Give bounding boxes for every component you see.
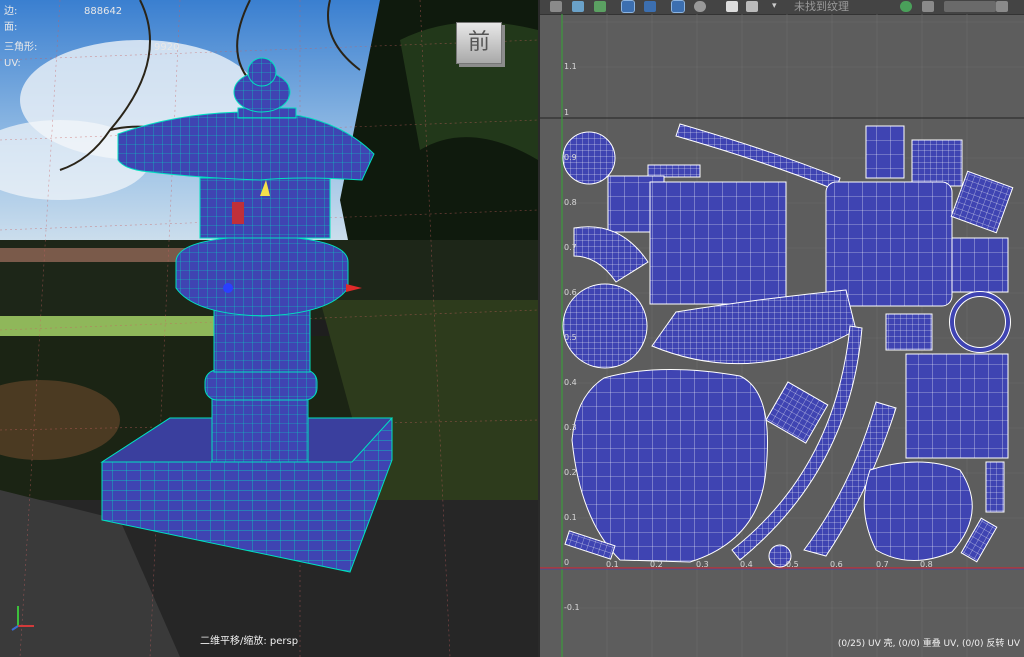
uv-status-bar: (0/25) UV 壳, (0/0) 重叠 UV, (0/0) 反转 UV xyxy=(837,639,1020,649)
tick-u-0.2: 0.2 xyxy=(650,560,663,569)
uv-shell-arc-top xyxy=(675,123,841,191)
tick-u-0.4: 0.4 xyxy=(740,560,753,569)
tick-v-1: 1 xyxy=(564,108,570,117)
uv-shell-square-ring xyxy=(885,313,933,351)
uv-shell-square-large xyxy=(649,181,787,305)
uv-editor[interactable]: ▾ 未找到纹理 1.1 1 0.9 0.8 0.7 0.6 0.5 0.4 0.… xyxy=(540,0,1024,657)
tick-u-0.3: 0.3 xyxy=(696,560,709,569)
hud-edges-label: 边: xyxy=(4,6,18,17)
view-cube[interactable]: 前 xyxy=(456,22,502,64)
uv-shell-strip-right xyxy=(985,461,1005,513)
tick-v-0.6: 0.6 xyxy=(564,288,577,297)
tick-v-minus0.1: -0.1 xyxy=(564,603,580,612)
tick-v-0.3: 0.3 xyxy=(564,423,577,432)
uv-shell-rect-4 xyxy=(905,353,1009,459)
tick-v-1.1: 1.1 xyxy=(564,62,577,71)
uv-shell-strip-small xyxy=(647,164,701,178)
tick-u-0.5: 0.5 xyxy=(786,560,799,569)
tick-v-0.4: 0.4 xyxy=(564,378,577,387)
tick-u-0.8: 0.8 xyxy=(920,560,933,569)
hud-triangles-value: 9920 xyxy=(154,42,180,53)
tick-v-0.8: 0.8 xyxy=(564,198,577,207)
perspective-viewport[interactable]: 边: 888642 面: 三角形: 9920 UV: 前 二维平移/缩放: pe… xyxy=(0,0,538,657)
tick-v-0.1: 0.1 xyxy=(564,513,577,522)
tick-u-0.1: 0.1 xyxy=(606,560,619,569)
uv-shell-base-top xyxy=(571,369,769,563)
uv-canvas[interactable] xyxy=(540,0,1024,657)
uv-shell-rect-5 xyxy=(765,381,829,444)
uv-shell-roof-bottom xyxy=(863,461,973,561)
uv-shell-rect-3 xyxy=(951,237,1009,293)
tick-v-0.5: 0.5 xyxy=(564,333,577,342)
uv-shell-wedge xyxy=(573,226,649,283)
tick-u-0.7: 0.7 xyxy=(876,560,889,569)
move-gizmo-z xyxy=(223,283,233,293)
uv-shell-rect-1 xyxy=(865,125,905,179)
tick-v-0.7: 0.7 xyxy=(564,243,577,252)
axis-indicator-icon xyxy=(11,606,34,631)
hud-triangles-label: 三角形: xyxy=(4,42,38,53)
tick-v-0: 0 xyxy=(564,558,570,567)
tick-v-0.2: 0.2 xyxy=(564,468,577,477)
hud-edges-value: 888642 xyxy=(84,6,123,17)
tick-v-0.9: 0.9 xyxy=(564,153,577,162)
uv-shell-roof-top xyxy=(825,181,953,307)
viewport-scene xyxy=(0,0,538,657)
hud-faces-label: 面: xyxy=(4,22,18,33)
hud-uv-label: UV: xyxy=(4,58,21,69)
camera-label: 二维平移/缩放: persp xyxy=(200,636,299,647)
uv-shell-frame xyxy=(911,139,963,187)
tick-u-0.6: 0.6 xyxy=(830,560,843,569)
